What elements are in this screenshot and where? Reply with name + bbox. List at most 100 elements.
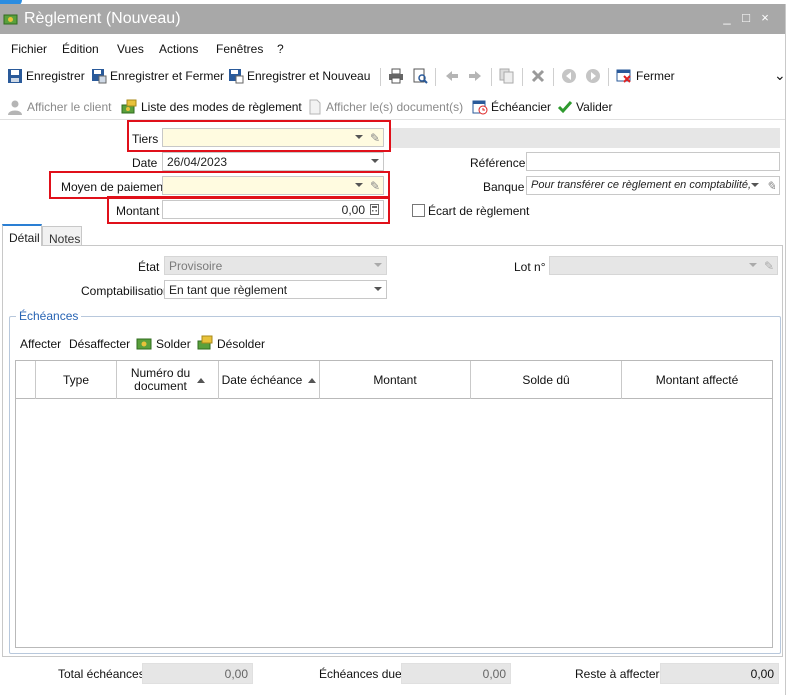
echeances-grid[interactable]: Type Numéro du document Date échéance Mo… [15,360,773,648]
window-title: Règlement (Nouveau) [24,10,181,27]
last-record-icon[interactable] [585,68,601,84]
document-icon [309,99,321,115]
print-preview-icon[interactable] [412,68,428,84]
toolbar-overflow-chevron-icon[interactable]: ⌄ [774,67,786,84]
secondary-toolbar: Afficher le client Liste des modes de rè… [0,96,785,120]
menu-bar: Fichier Édition Vues Actions Fenêtres ? [0,40,785,60]
sort-ascending-icon [196,377,205,383]
schedule-button[interactable]: Échéancier [491,100,551,114]
date-input[interactable]: 26/04/2023 [162,152,384,171]
unassign-button[interactable]: Désaffecter [69,337,130,351]
grid-col-amount[interactable]: Montant [320,361,471,399]
grid-col-type[interactable]: Type [36,361,117,399]
show-client-button[interactable]: Afficher le client [27,100,112,114]
amount-highlight [107,196,390,224]
menu-edition[interactable]: Édition [62,42,99,56]
settle-button[interactable]: Solder [156,337,191,351]
unsettle-button[interactable]: Désolder [217,337,265,351]
due-echeances-label: Échéances dues [319,667,408,681]
lot-select[interactable]: ✎ [549,256,778,275]
minimize-button[interactable]: _ [720,10,734,25]
state-select[interactable]: Provisoire [164,256,387,275]
bank-label: Banque [483,180,525,194]
reference-input[interactable] [526,152,780,171]
menu-actions[interactable]: Actions [159,42,198,56]
checkmark-icon [557,101,573,114]
maximize-button[interactable]: □ [739,10,753,25]
delete-icon[interactable] [530,68,546,84]
menu-fichier[interactable]: Fichier [11,42,47,56]
settle-icon [136,338,152,350]
tab-notes[interactable]: Notes [42,226,82,246]
print-icon[interactable] [388,68,404,84]
total-echeances-value: 0,00 [142,663,253,684]
save-new-icon [229,69,244,84]
payment-modes-icon [121,99,137,114]
tab-join [3,244,41,246]
toolbar-separator [608,68,609,86]
accounting-select[interactable]: En tant que règlement [164,280,387,299]
bank-input[interactable]: Pour transférer ce règlement en comptabi… [526,176,780,195]
copy-icon[interactable] [499,68,515,84]
echeances-group-title: Échéances [16,309,82,323]
remaining-label: Reste à affecter [575,667,660,681]
save-new-button[interactable]: Enregistrer et Nouveau [247,69,370,83]
remaining-value: 0,00 [660,663,779,684]
show-documents-button[interactable]: Afficher le(s) document(s) [326,100,463,114]
title-bar[interactable]: Règlement (Nouveau) _ □ × [0,4,785,34]
total-echeances-label: Total échéances [58,667,145,681]
chevron-down-icon[interactable] [374,287,382,291]
save-close-button[interactable]: Enregistrer et Fermer [110,69,224,83]
toolbar-separator [435,68,436,86]
payment-gap-label: Écart de règlement [428,204,530,218]
close-window-button[interactable]: × [758,10,772,25]
unsettle-icon [197,335,213,350]
main-toolbar: Enregistrer Enregistrer et Fermer Enregi… [0,65,786,89]
save-icon [8,69,22,83]
date-label: Date [132,156,158,170]
menu-fenetres[interactable]: Fenêtres [216,42,263,56]
menu-help[interactable]: ? [277,42,284,56]
previous-icon[interactable] [444,68,460,84]
grid-col-assigned-amount[interactable]: Montant affecté [622,361,772,399]
user-icon [8,100,22,115]
grid-col-due-date[interactable]: Date échéance [219,361,320,399]
close-form-button[interactable]: Fermer [636,69,675,83]
chevron-down-icon[interactable] [749,263,757,267]
chevron-down-icon[interactable] [751,183,759,187]
grid-col-document-number[interactable]: Numéro du document [117,361,219,399]
close-form-icon [616,69,631,83]
schedule-icon [472,100,488,115]
payment-money-icon [3,14,18,25]
reference-label: Référence [470,156,526,170]
save-button[interactable]: Enregistrer [26,69,85,83]
tiers-highlight [127,120,391,152]
payment-modes-button[interactable]: Liste des modes de règlement [141,100,302,114]
assign-button[interactable]: Affecter [20,337,61,351]
tab-detail[interactable]: Détail [2,224,42,246]
window-right-border [785,4,791,695]
due-echeances-value: 0,00 [401,663,511,684]
tiers-info-bar [390,128,780,148]
state-label: État [138,260,160,274]
accounting-label: Comptabilisation [81,284,170,298]
edit-pencil-icon[interactable]: ✎ [766,179,776,193]
sort-ascending-icon [308,377,317,383]
grid-col-balance-due[interactable]: Solde dû [471,361,622,399]
grid-header: Type Numéro du document Date échéance Mo… [16,361,772,399]
edit-pencil-icon[interactable]: ✎ [764,259,774,273]
chevron-down-icon[interactable] [374,263,382,267]
save-close-icon [92,69,107,84]
validate-button[interactable]: Valider [576,100,612,114]
payment-method-highlight [49,171,390,199]
chevron-down-icon[interactable] [371,159,379,163]
toolbar-separator [380,68,381,86]
toolbar-separator [522,68,523,86]
payment-gap-checkbox[interactable] [412,204,425,217]
toolbar-separator [491,68,492,86]
first-record-icon[interactable] [561,68,577,84]
toolbar-separator [553,68,554,86]
grid-col-selector[interactable] [16,361,36,399]
next-icon[interactable] [467,68,483,84]
menu-vues[interactable]: Vues [117,42,144,56]
